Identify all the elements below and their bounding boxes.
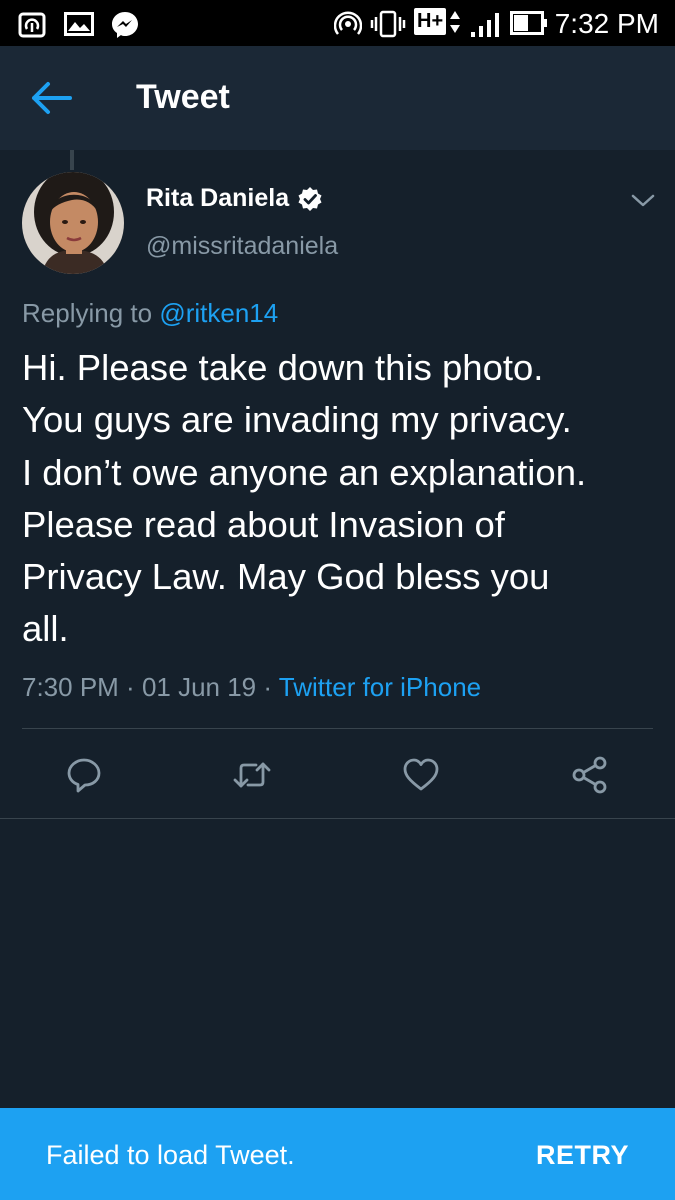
status-time: 7:32 PM [554, 8, 659, 39]
reply-mention-link[interactable]: @ritken14 [159, 298, 278, 328]
meta-separator: · [256, 672, 279, 702]
tweet-text-line: all. [22, 608, 69, 650]
author-row[interactable]: Rita Daniela [146, 184, 323, 213]
tweet-time: 7:30 PM [22, 672, 119, 702]
tweet-text: Hi. Please take down this photo. You guy… [22, 342, 662, 656]
meta-separator: · [118, 672, 142, 702]
author-name[interactable]: Rita Daniela [146, 184, 289, 213]
like-icon[interactable] [401, 756, 441, 794]
page-title: Tweet [136, 78, 230, 116]
data-arrows-icon [450, 10, 461, 33]
vibrate-icon [370, 10, 406, 38]
tweet-text-line: Privacy Law. May God bless you [22, 556, 550, 598]
profile-photo-image [22, 172, 124, 274]
network-type-label: H+ [414, 8, 447, 35]
app-bar: Tweet [0, 46, 675, 150]
tweet-text-line: You guys are invading my privacy. [22, 399, 572, 441]
tweet-meta: 7:30 PM · 01 Jun 19 · Twitter for iPhone [22, 672, 481, 703]
nfc-icon [18, 12, 46, 38]
snackbar-message: Failed to load Tweet. [46, 1140, 295, 1170]
signal-icon [471, 13, 499, 37]
retweet-icon[interactable] [232, 756, 272, 794]
network-type-icon: H+ [414, 8, 461, 35]
verified-badge-icon [298, 186, 322, 211]
avatar[interactable] [22, 172, 124, 274]
author-handle[interactable]: @missritadaniela [146, 232, 338, 261]
divider [22, 728, 653, 729]
replying-to: Replying to @ritken14 [22, 298, 278, 329]
tweet-text-line: Please read about Invasion of [22, 503, 505, 545]
chevron-down-icon[interactable] [628, 190, 658, 212]
gallery-icon [64, 12, 94, 36]
reply-icon[interactable] [64, 756, 104, 794]
battery-icon [510, 11, 547, 35]
messenger-icon [112, 12, 138, 38]
replying-prefix: Replying to [22, 298, 160, 328]
tweet-text-line: Hi. Please take down this photo. [22, 347, 544, 388]
thread-line [70, 150, 74, 170]
tweet-source-link[interactable]: Twitter for iPhone [279, 672, 481, 702]
hotspot-icon [334, 11, 362, 35]
error-snackbar: Failed to load Tweet. RETRY [0, 1108, 675, 1200]
tweet-date: 01 Jun 19 [141, 672, 257, 702]
status-bar: H+ 7:32 PM [0, 0, 675, 46]
share-icon[interactable] [570, 756, 610, 794]
back-arrow-icon[interactable] [30, 78, 74, 118]
retry-button[interactable]: RETRY [536, 1140, 629, 1171]
tweet-text-line: I don’t owe anyone an explanation. [22, 451, 587, 493]
divider [0, 818, 675, 819]
